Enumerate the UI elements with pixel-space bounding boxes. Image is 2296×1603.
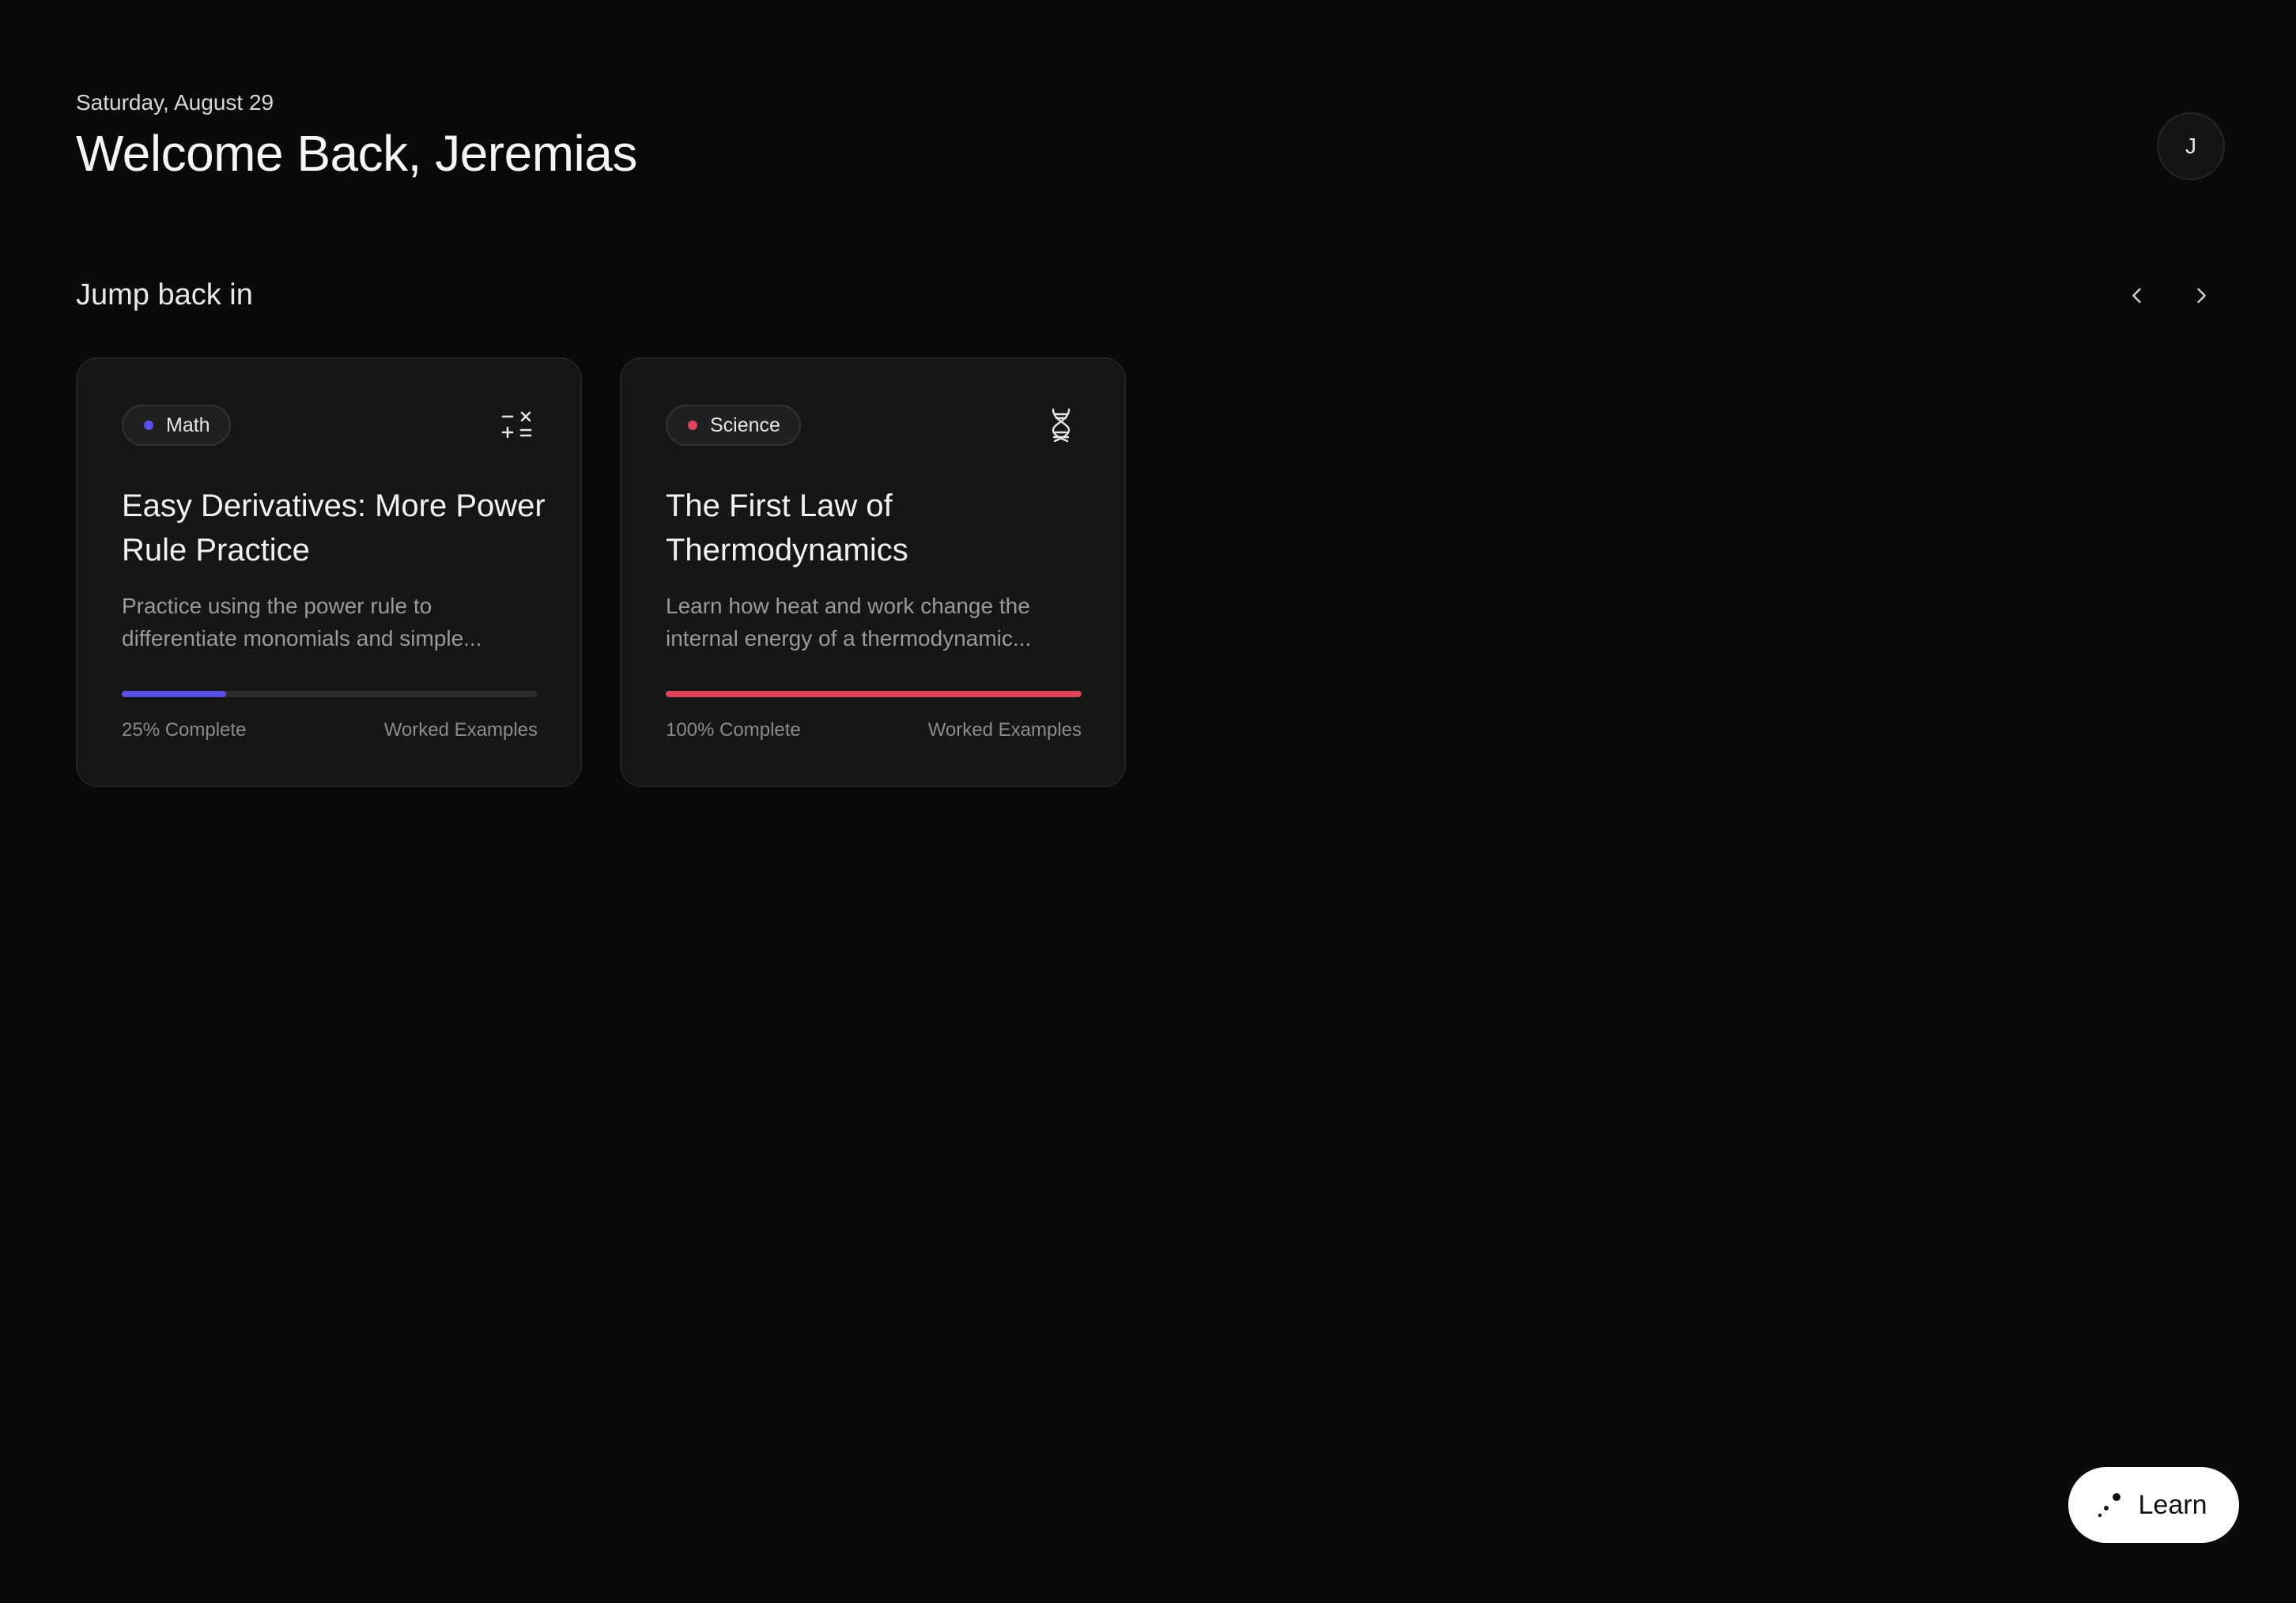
- learn-button-label: Learn: [2138, 1489, 2207, 1520]
- chevron-right-icon: [2197, 288, 2206, 304]
- lesson-card[interactable]: Math Easy Derivatives: More Power Rule P…: [76, 357, 582, 787]
- avatar[interactable]: J: [2157, 112, 2225, 180]
- lesson-description: Learn how heat and work change the inter…: [666, 594, 1032, 651]
- page-title: Welcome Back, Jeremias: [76, 125, 637, 182]
- card-footer: 25% Complete Worked Examples: [122, 716, 538, 745]
- progress-bar: [122, 691, 538, 697]
- card-footer: 100% Complete Worked Examples: [666, 716, 1082, 745]
- subject-tag: Science: [666, 405, 801, 446]
- progress-label: 100% Complete: [666, 719, 801, 741]
- date-label: Saturday, August 29: [76, 90, 274, 115]
- learn-button[interactable]: Learn: [2068, 1467, 2239, 1543]
- lesson-title: Easy Derivatives: More Power Rule Practi…: [122, 488, 546, 568]
- subject-dot: [144, 421, 153, 430]
- subject-tag-label: Science: [710, 413, 780, 436]
- dna-icon: [1052, 408, 1071, 443]
- progress-label: 25% Complete: [122, 719, 247, 741]
- sparkle-dots-icon: [2098, 1493, 2120, 1518]
- carousel-prev-button[interactable]: [2120, 278, 2154, 313]
- lesson-type-label: Worked Examples: [383, 719, 538, 741]
- subject-dot: [688, 421, 697, 430]
- math-operators-icon: [501, 411, 532, 439]
- lesson-type-label: Worked Examples: [927, 719, 1082, 741]
- progress-bar: [666, 691, 1082, 697]
- progress-fill: [122, 691, 226, 697]
- chevron-left-icon: [2132, 288, 2141, 304]
- lesson-title: The First Law of Thermodynamics: [666, 488, 908, 568]
- lesson-card[interactable]: Science The First Law of Thermodynamics …: [620, 357, 1126, 787]
- subject-tag-label: Math: [166, 413, 210, 436]
- section-title: Jump back in: [76, 278, 253, 311]
- subject-tag: Math: [122, 405, 231, 446]
- carousel-next-button[interactable]: [2184, 278, 2219, 313]
- lesson-description: Practice using the power rule to differe…: [122, 594, 482, 651]
- progress-fill: [666, 691, 1082, 697]
